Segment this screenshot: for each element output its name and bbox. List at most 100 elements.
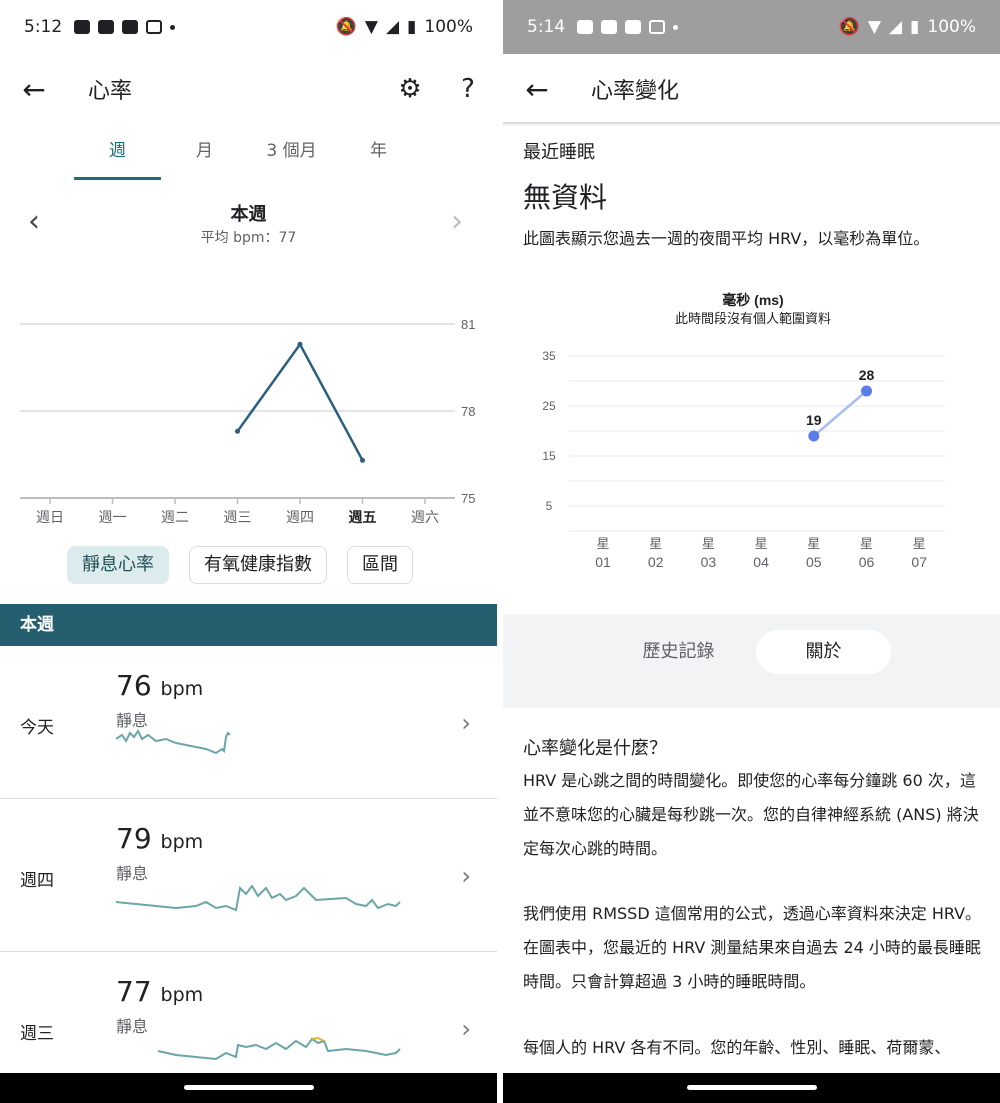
battery-level: 100%: [927, 17, 976, 37]
x-tick-prefix: 星: [702, 536, 715, 551]
hr-sparkline: [116, 884, 401, 912]
status-bar: 5:12 🔕 ▼ ◢ ▮ 100%: [0, 0, 497, 54]
news-icon: [74, 20, 91, 34]
chevron-right-icon: ›: [461, 709, 471, 737]
battery-level: 100%: [424, 17, 473, 37]
page-title: 心率變化: [591, 79, 680, 104]
wifi-icon: ▼: [867, 17, 881, 37]
app-bar: ← 心率 ⚙ ?: [0, 54, 497, 124]
back-arrow-icon[interactable]: ←: [0, 73, 68, 106]
notification-icons: [577, 20, 679, 34]
youtube-icon: [98, 20, 115, 34]
chart-subtitle: 此時間段沒有個人範圍資料: [675, 311, 831, 326]
hrv-screen: 5:14 🔕 ▼ ◢ ▮ 100% ← 心率變化 最近睡眠 無資料 此圖表顯示您…: [503, 0, 1000, 1103]
about-paragraph: 每個人的 HRV 各有不同。您的年齡、性別、睡眠、荷爾蒙、: [523, 1038, 951, 1057]
wifi-icon: ▼: [364, 17, 378, 37]
hr-sparkline: [116, 729, 231, 755]
week-navigator: ‹ 本週 平均 bpm：77 ›: [0, 196, 497, 256]
mute-icon: 🔕: [838, 17, 860, 37]
more-dot-icon: [673, 24, 679, 30]
tab-3-months[interactable]: 3 個月: [248, 126, 335, 180]
heart-rate-screen: 5:12 🔕 ▼ ◢ ▮ 100% ← 心率 ⚙ ? 週 月 3 個月 年 ‹ …: [0, 0, 497, 1103]
youtube-icon: [625, 20, 642, 34]
period-tabs: 週 月 3 個月 年: [74, 126, 422, 180]
list-item[interactable]: 週四 79 bpm 靜息 ›: [0, 800, 497, 952]
x-tick-label: 07: [911, 554, 927, 570]
data-label: 19: [806, 412, 822, 428]
notification-icons: [74, 20, 176, 34]
tab-year[interactable]: 年: [335, 126, 422, 180]
x-tick-label: 03: [701, 554, 717, 570]
y-tick-label: 5: [546, 499, 553, 513]
y-tick-label: 78: [461, 404, 475, 419]
series-line: [236, 341, 364, 461]
settings-gear-icon[interactable]: ⚙: [381, 74, 439, 104]
x-tick-label: 06: [859, 554, 875, 570]
segment-about[interactable]: 關於: [756, 630, 891, 674]
hrv-chart: 毫秒 (ms) 此時間段沒有個人範圍資料 35 25 15 5 星 01 星 02 星 03 星 04 星 0…: [542, 292, 945, 570]
back-arrow-icon[interactable]: ←: [503, 73, 571, 106]
chevron-right-icon: ›: [461, 1015, 471, 1043]
day-label: 週四: [20, 871, 54, 891]
x-tick-label: 04: [753, 554, 769, 570]
home-indicator[interactable]: [183, 1085, 314, 1090]
chip-cardio-fitness[interactable]: 有氧健康指數: [189, 546, 327, 584]
app-bar: ← 心率變化: [503, 54, 1000, 124]
bpm-value: 77 bpm: [116, 975, 204, 1008]
segment-history[interactable]: 歷史記錄: [611, 630, 746, 674]
x-tick-label: 01: [595, 554, 611, 570]
app-bar-shadow: [503, 122, 1000, 126]
chip-resting-hr[interactable]: 靜息心率: [67, 546, 169, 584]
gmail-icon: [649, 20, 666, 34]
y-tick-label: 75: [461, 491, 475, 506]
y-tick-label: 35: [542, 349, 556, 363]
x-tick-label: 週五: [349, 509, 377, 525]
chart-title: 毫秒 (ms): [722, 292, 783, 308]
mute-icon: 🔕: [335, 17, 357, 37]
tab-month[interactable]: 月: [161, 126, 248, 180]
chevron-right-icon: ›: [461, 862, 471, 890]
status-bar: 5:14 🔕 ▼ ◢ ▮ 100%: [503, 0, 1000, 54]
list-item[interactable]: 今天 76 bpm 靜息 ›: [0, 647, 497, 799]
bpm-value: 76 bpm: [116, 669, 204, 702]
x-tick-prefix: 星: [913, 536, 926, 551]
gmail-icon: [146, 20, 163, 34]
data-point: [297, 341, 303, 347]
x-tick-prefix: 星: [596, 536, 609, 551]
chip-zones[interactable]: 區間: [347, 546, 413, 584]
x-tick-label: 02: [648, 554, 664, 570]
x-tick-label: 週二: [161, 509, 189, 525]
week-average: 平均 bpm：77: [200, 230, 297, 246]
next-week-chevron-icon[interactable]: ›: [451, 204, 463, 239]
status-time: 5:14: [527, 17, 566, 37]
hr-sparkline: [157, 1036, 401, 1061]
x-tick-label: 週四: [286, 509, 314, 525]
y-tick-label: 81: [461, 317, 475, 332]
x-tick-label: 週一: [99, 509, 127, 525]
chart-description: 此圖表顯示您過去一週的夜間平均 HRV，以毫秒為單位。: [523, 229, 930, 248]
help-icon[interactable]: ?: [439, 74, 497, 104]
youtube-icon: [122, 20, 139, 34]
x-tick-prefix: 星: [649, 536, 662, 551]
system-nav-bar: [0, 1073, 497, 1103]
segmented-control: 歷史記錄 關於: [503, 614, 1000, 708]
tab-week[interactable]: 週: [74, 126, 161, 180]
recent-sleep-label: 最近睡眠: [523, 142, 595, 163]
bpm-value: 79 bpm: [116, 822, 204, 855]
x-tick-label: 05: [806, 554, 822, 570]
day-label: 今天: [20, 718, 54, 738]
home-indicator[interactable]: [686, 1085, 817, 1090]
x-tick-prefix: 星: [860, 536, 873, 551]
youtube-icon: [601, 20, 618, 34]
list-section-header: 本週: [0, 604, 497, 646]
y-tick-label: 15: [542, 449, 556, 463]
about-paragraph: 我們使用 RMSSD 這個常用的公式，透過心率資料來決定 HRV。在圖表中，您最…: [523, 904, 982, 991]
x-tick-label: 週日: [36, 509, 64, 525]
news-icon: [577, 20, 594, 34]
heart-rate-chart: 81 78 75 週日 週一 週二 週三 週四 週五 週六: [20, 317, 475, 525]
signal-icon: ◢: [888, 17, 903, 37]
metric-chips: 靜息心率 有氧健康指數 區間: [67, 546, 413, 584]
week-title: 本週: [230, 204, 267, 225]
x-tick-prefix: 星: [755, 536, 768, 551]
data-point: [360, 457, 365, 463]
